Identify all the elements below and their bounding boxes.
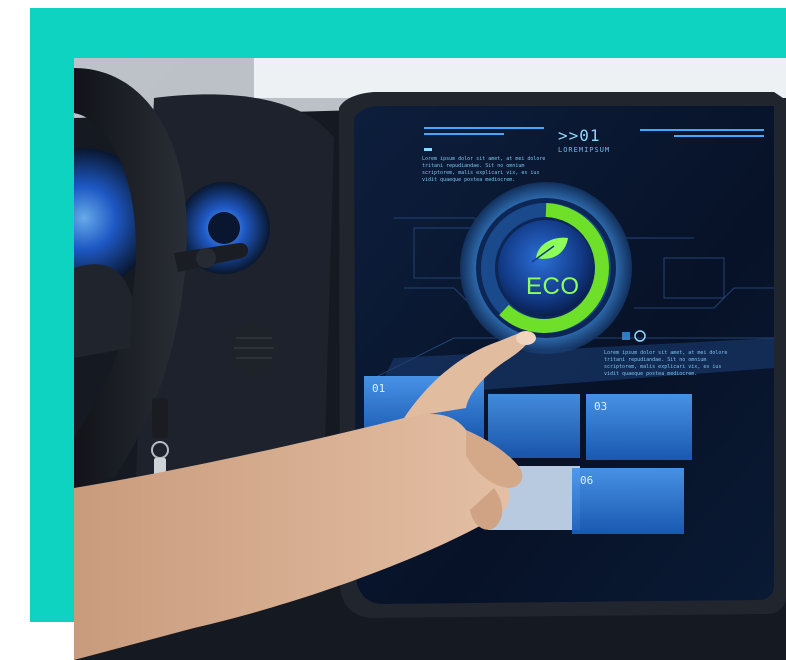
- tile-06-label[interactable]: 06: [580, 474, 593, 487]
- tile-02: [488, 394, 580, 458]
- eco-button-label[interactable]: ECO: [526, 273, 580, 301]
- tile-01-label[interactable]: 01: [372, 382, 385, 395]
- hud-header-title: >>01: [558, 126, 601, 145]
- hud-note-right: Lorem ipsum dolor sit amet, at mei dolor…: [604, 350, 728, 377]
- hud-note-top: Lorem ipsum dolor sit amet, at mei dolor…: [422, 156, 546, 183]
- tile-03-label[interactable]: 03: [594, 400, 607, 413]
- hud-header-subtitle: LOREMIPSUM: [558, 146, 611, 154]
- eco-button: [460, 182, 632, 354]
- car-dashboard-photo: >>01 LOREMIPSUM Lorem ipsum dolor sit am…: [74, 58, 786, 660]
